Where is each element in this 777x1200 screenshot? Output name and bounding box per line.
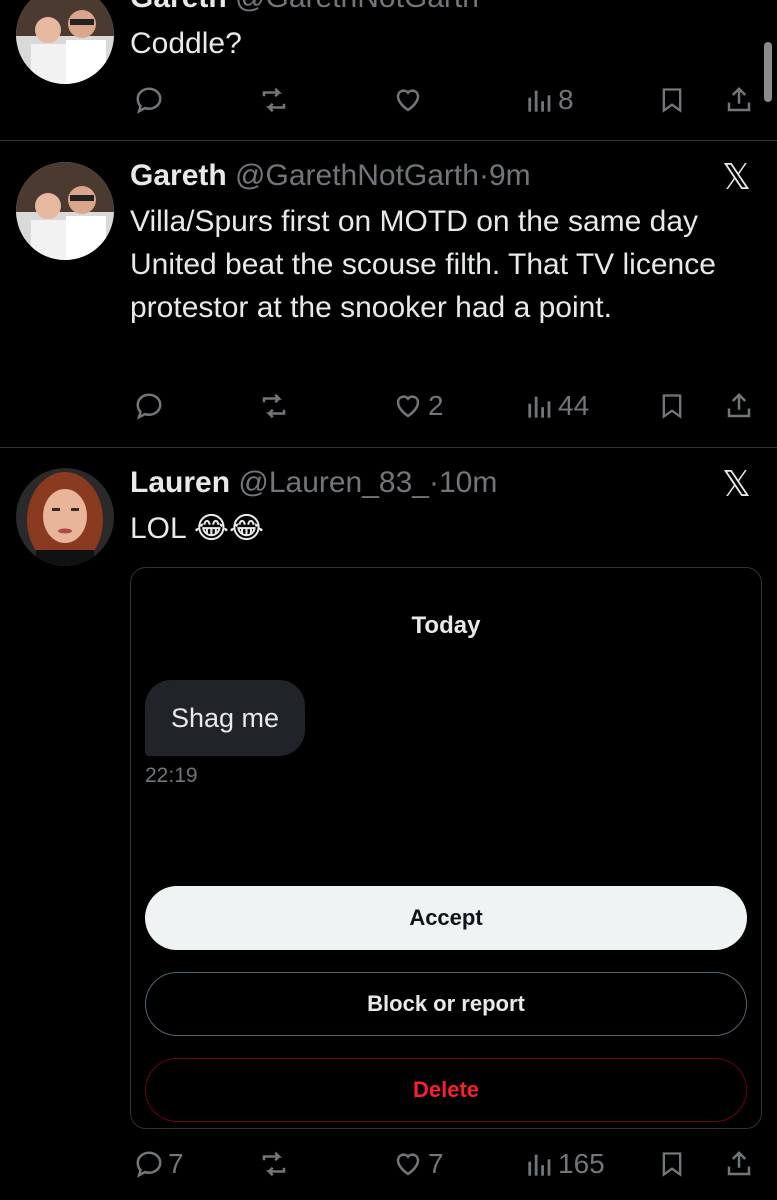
views-icon [528, 90, 551, 112]
replies-count: 7 [168, 1148, 184, 1179]
bookmark-icon [662, 88, 682, 113]
reply-button[interactable] [134, 78, 164, 122]
bookmark-button[interactable] [658, 78, 686, 122]
x-logo-icon: 𝕏 [722, 157, 752, 198]
handle[interactable]: @GarethNotGarth [235, 159, 479, 192]
like-icon [396, 1153, 420, 1176]
views-icon [528, 1154, 551, 1176]
views-count: 165 [558, 1148, 605, 1179]
likes-count: 7 [428, 1148, 444, 1179]
share-icon [727, 392, 751, 418]
share-button[interactable] [724, 1142, 754, 1186]
reply-icon [136, 393, 162, 420]
views-button[interactable]: 8 [526, 78, 574, 122]
tweet-actions: 7 7 165 [0, 1142, 777, 1186]
message-timestamp: 22:19 [145, 764, 198, 787]
retweet-icon [262, 87, 286, 113]
tweet-2[interactable]: Gareth @GarethNotGarth·9m 𝕏 Villa/Spurs … [0, 141, 777, 447]
share-button[interactable] [724, 78, 754, 122]
avatar-gareth[interactable] [16, 0, 114, 84]
timestamp[interactable]: 10m [439, 466, 497, 499]
share-button[interactable] [724, 384, 754, 428]
reply-button[interactable] [134, 384, 164, 428]
tweet-text: LOL 😂😂 [130, 512, 265, 545]
like-button[interactable] [392, 78, 424, 122]
avatar-lauren[interactable] [16, 468, 114, 566]
like-icon [396, 395, 420, 418]
display-name[interactable]: Gareth [130, 0, 227, 14]
views-count: 44 [558, 390, 590, 421]
retweet-icon [262, 393, 286, 419]
handle[interactable]: @GarethNotGarth [235, 0, 479, 14]
retweet-icon [262, 1151, 286, 1177]
scrollbar[interactable] [764, 42, 772, 102]
views-button[interactable]: 44 [526, 384, 589, 428]
views-count: 8 [558, 84, 574, 115]
tweet-header: Lauren @Lauren_83_·10m [130, 465, 497, 501]
x-logo-icon: 𝕏 [722, 464, 752, 505]
date-separator: Today [411, 612, 481, 639]
share-icon [727, 86, 751, 112]
retweet-button[interactable] [258, 1142, 290, 1186]
reply-icon [136, 87, 162, 114]
share-icon [727, 1150, 751, 1176]
tweet-1[interactable]: Gareth @GarethNotGarth Coddle? 8 [0, 0, 777, 140]
tweet-text: Coddle? [130, 27, 242, 60]
reply-button[interactable]: 7 [134, 1142, 184, 1186]
like-icon [396, 89, 420, 112]
avatar-gareth[interactable] [16, 162, 114, 260]
block-or-report-button[interactable]: Block or report [145, 972, 747, 1036]
separator-dot: · [428, 466, 439, 499]
likes-count: 2 [428, 390, 444, 421]
tweet-header: Gareth @GarethNotGarth·9m [130, 158, 531, 194]
views-icon [528, 396, 551, 418]
like-button[interactable]: 2 [392, 384, 444, 428]
tweet-actions: 8 [0, 78, 777, 122]
delete-button[interactable]: Delete [145, 1058, 747, 1122]
tweet-actions: 2 44 [0, 384, 777, 428]
separator-dot: · [478, 159, 489, 192]
bookmark-button[interactable] [658, 1142, 686, 1186]
bookmark-button[interactable] [658, 384, 686, 428]
reply-icon [136, 1151, 162, 1178]
views-button[interactable]: 165 [526, 1142, 605, 1186]
like-button[interactable]: 7 [392, 1142, 444, 1186]
display-name[interactable]: Gareth [130, 159, 227, 192]
retweet-button[interactable] [258, 384, 290, 428]
retweet-button[interactable] [258, 78, 290, 122]
display-name[interactable]: Lauren [130, 466, 230, 499]
tweet-header: Gareth @GarethNotGarth [130, 0, 479, 16]
accept-button[interactable]: Accept [145, 886, 747, 950]
message-request-card[interactable]: Today Shag me 22:19 Accept Block or repo… [130, 567, 762, 1129]
timestamp[interactable]: 9m [489, 159, 531, 192]
handle[interactable]: @Lauren_83_ [238, 466, 429, 499]
tweet-text: Villa/Spurs first on MOTD on the same da… [130, 205, 716, 324]
bookmark-icon [662, 394, 682, 419]
message-bubble: Shag me [145, 680, 306, 756]
bookmark-icon [662, 1152, 682, 1177]
